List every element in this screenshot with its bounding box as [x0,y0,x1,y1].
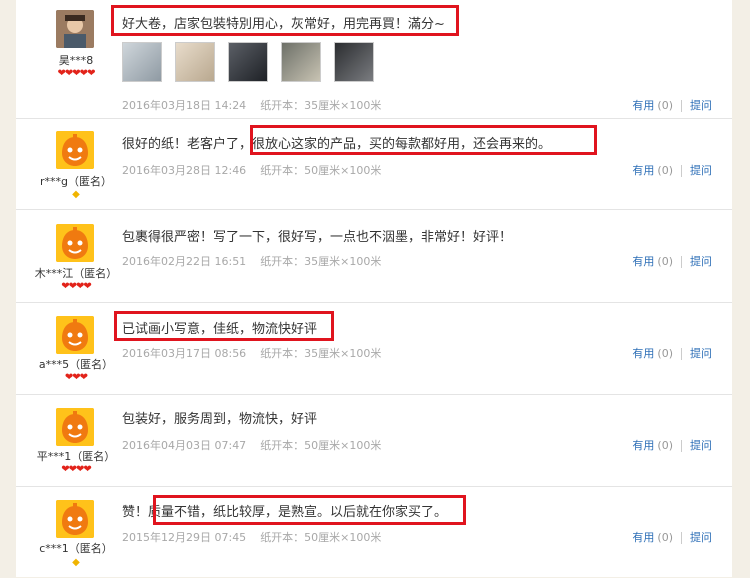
review-actions: 有用 (0) 提问 [632,253,712,269]
divider [681,256,682,268]
useful-button[interactable]: 有用 [632,347,654,360]
product-spec: 纸开本：35厘米×100米 [260,255,382,268]
username[interactable]: c***1（匿名） [16,540,136,556]
review-date: 2016年02月22日 16:51 [122,255,247,268]
review-actions: 有用 (0) 提问 [632,437,712,453]
useful-count: (0) [657,164,673,177]
review-photo-thumb[interactable] [175,42,216,82]
divider [681,100,682,112]
review-text: 包裹得很严密！写了一下，很好写，一点也不洇墨，非常好！好评！ [122,230,513,245]
useful-count: (0) [657,347,673,360]
rank-hearts-icon: ❤❤❤❤ [61,281,92,292]
highlight-box [114,311,334,341]
review-meta: 2015年12月29日 07:45 纸开本：50厘米×100米 [122,529,381,545]
review-actions: 有用 (0) 提问 [632,162,712,178]
useful-button[interactable]: 有用 [632,99,654,112]
ask-button[interactable]: 提问 [690,255,712,268]
highlight-box [153,495,466,525]
ask-button[interactable]: 提问 [690,347,712,360]
useful-button[interactable]: 有用 [632,255,654,268]
ask-button[interactable]: 提问 [690,439,712,452]
useful-button[interactable]: 有用 [632,164,654,177]
product-spec: 纸开本：50厘米×100米 [260,531,382,544]
review-actions: 有用 (0) 提问 [632,345,712,361]
divider [681,532,682,544]
review-meta: 2016年03月17日 08:56 纸开本：35厘米×100米 [122,345,381,361]
divider [681,165,682,177]
divider [681,440,682,452]
useful-count: (0) [657,255,673,268]
useful-count: (0) [657,531,673,544]
reviewer: 木***江（匿名） ❤❤❤❤ [16,212,118,302]
review-meta: 2016年03月28日 12:46 纸开本：50厘米×100米 [122,162,381,178]
product-spec: 纸开本：50厘米×100米 [260,439,382,452]
product-spec: 纸开本：50厘米×100米 [260,164,382,177]
useful-count: (0) [657,439,673,452]
review-photo-thumb[interactable] [122,42,162,82]
review-photo-thumb[interactable] [334,42,375,82]
review-date: 2016年04月03日 07:47 [122,439,247,452]
useful-count: (0) [657,99,673,112]
username[interactable]: r***g（匿名） [16,173,136,189]
reviewer: a***5（匿名） ❤❤❤ [16,304,118,394]
useful-button[interactable]: 有用 [632,531,654,544]
review-actions: 有用 (0) 提问 [632,97,712,113]
avatar[interactable] [56,10,94,48]
review-photo-thumb[interactable] [228,42,269,82]
review-item: 昊***8 ❤❤❤❤❤ 好大卷，店家包裝特別用心，灰常好，用完再買！滿分~ 20… [16,0,732,119]
avatar[interactable] [56,224,94,262]
divider [681,348,682,360]
review-item: 木***江（匿名） ❤❤❤❤ 包裹得很严密！写了一下，很好写，一点也不洇墨，非常… [16,212,732,303]
review-meta: 2016年03月18日 14:24 纸开本：35厘米×100米 [122,97,381,113]
review-text-prefix: 赞！ [122,505,149,520]
avatar[interactable] [56,500,94,538]
highlight-box [111,5,459,36]
review-list: 昊***8 ❤❤❤❤❤ 好大卷，店家包裝特別用心，灰常好，用完再買！滿分~ 20… [16,0,732,577]
review-date: 2016年03月28日 12:46 [122,164,247,177]
username[interactable]: a***5（匿名） [16,356,136,372]
review-meta: 2016年04月03日 07:47 纸开本：50厘米×100米 [122,437,381,453]
reviewer: 平***1（匿名） ❤❤❤❤ [16,396,118,486]
rank-diamond-icon: ◆ [72,557,80,568]
review-date: 2016年03月18日 14:24 [122,99,247,112]
review-item: c***1（匿名） ◆ 赞！质量不错，纸比较厚，是熟宣。以后就在你家买了。 20… [16,488,732,577]
reviewer: c***1（匿名） ◆ [16,488,118,578]
reviewer: 昊***8 ❤❤❤❤❤ [16,0,118,90]
useful-button[interactable]: 有用 [632,439,654,452]
review-text-prefix: 很好的纸！老客户了， [122,137,253,152]
username[interactable]: 昊***8 [16,52,136,68]
review-actions: 有用 (0) 提问 [632,529,712,545]
reviewer: r***g（匿名） ◆ [16,119,118,209]
review-photo-thumb[interactable] [281,42,322,82]
review-item: r***g（匿名） ◆ 很好的纸！老客户了，很放心这家的产品，买的每款都好用，还… [16,119,732,210]
review-item: 平***1（匿名） ❤❤❤❤ 包装好，服务周到，物流快，好评 2016年04月0… [16,396,732,487]
rank-diamond-icon: ◆ [72,189,80,200]
ask-button[interactable]: 提问 [690,164,712,177]
review-item: a***5（匿名） ❤❤❤ 已试画小写意，佳纸，物流快好评 2016年03月17… [16,304,732,395]
username[interactable]: 平***1（匿名） [16,448,136,464]
product-spec: 纸开本：35厘米×100米 [260,347,382,360]
product-spec: 纸开本：35厘米×100米 [260,99,382,112]
ask-button[interactable]: 提问 [690,531,712,544]
avatar[interactable] [56,131,94,169]
review-photos [122,42,382,82]
ask-button[interactable]: 提问 [690,99,712,112]
review-meta: 2016年02月22日 16:51 纸开本：35厘米×100米 [122,253,381,269]
highlight-box [250,125,597,155]
rank-hearts-icon: ❤❤❤ [64,372,88,383]
username[interactable]: 木***江（匿名） [16,265,136,281]
avatar[interactable] [56,316,94,354]
review-date: 2016年03月17日 08:56 [122,347,247,360]
review-date: 2015年12月29日 07:45 [122,531,247,544]
rank-hearts-icon: ❤❤❤❤❤ [57,68,96,79]
avatar[interactable] [56,408,94,446]
rank-hearts-icon: ❤❤❤❤ [61,464,92,475]
review-text: 包装好，服务周到，物流快，好评 [122,412,318,427]
